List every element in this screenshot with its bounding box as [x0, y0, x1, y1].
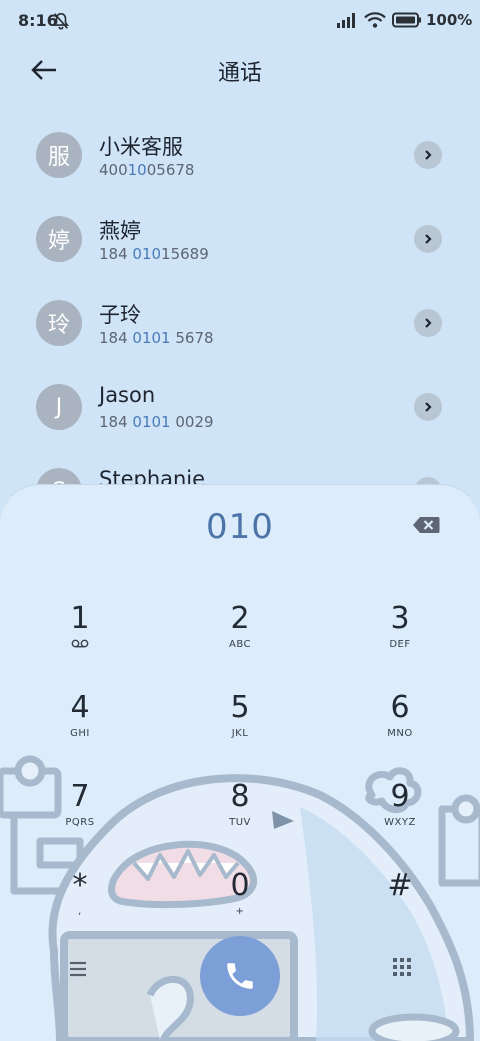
key-2[interactable]: 2 ABC	[190, 601, 290, 671]
contact-number: 4001005678	[99, 161, 194, 179]
contact-number: 184 01015689	[99, 245, 209, 263]
menu-icon[interactable]	[66, 957, 90, 981]
key-digit: #	[387, 868, 413, 903]
key-digit: 1	[70, 601, 90, 636]
battery-percent: 100%	[426, 11, 473, 29]
key-5[interactable]: 5 JKL	[190, 690, 290, 760]
number-suffix: 05678	[146, 161, 195, 179]
bell-off-icon	[53, 12, 69, 30]
contact-name: Jason	[99, 383, 156, 407]
wifi-icon	[364, 12, 386, 28]
number-prefix: 400	[99, 161, 128, 179]
key-digit: 3	[390, 601, 410, 636]
page-title: 通话	[217, 61, 262, 86]
dialer-panel: 010 1 2 ABC 3 DEF 4 GHI 5 JKL 6 MNO 7 PQ…	[0, 484, 480, 1041]
header: 通话	[0, 40, 480, 100]
avatar: J	[36, 384, 82, 430]
key-letters: JKL	[231, 728, 249, 739]
chevron-right-icon[interactable]	[414, 309, 442, 337]
voicemail-icon	[30, 639, 130, 651]
contact-number: 184 0101 5678	[99, 329, 214, 347]
key-digit: 5	[230, 690, 250, 725]
key-digit: *	[72, 868, 88, 903]
contact-row[interactable]: J Jason 184 0101 0029	[0, 362, 480, 446]
key-4[interactable]: 4 GHI	[30, 690, 130, 760]
key-digit: 7	[70, 779, 90, 814]
status-bar: 8:16 100%	[0, 0, 480, 40]
signal-icon	[337, 13, 355, 28]
key-letters: ABC	[228, 639, 251, 650]
chevron-right-icon[interactable]	[414, 393, 442, 421]
contact-row[interactable]: 婷 燕婷 184 01015689	[0, 194, 480, 278]
number-suffix: 15689	[161, 245, 209, 263]
number-prefix: 184	[99, 413, 133, 431]
key-letters: +	[235, 906, 245, 917]
key-letters: GHI	[70, 728, 90, 739]
key-3[interactable]: 3 DEF	[350, 601, 450, 671]
key-7[interactable]: 7 PQRS	[30, 779, 130, 849]
key-letters: MNO	[387, 728, 413, 739]
key-star[interactable]: * ,	[30, 868, 130, 938]
key-digit: 8	[230, 779, 250, 814]
dialed-number: 010	[206, 507, 274, 547]
key-digit: 4	[70, 690, 90, 725]
number-match: 010	[132, 245, 162, 263]
contact-number: 184 0101 0029	[99, 413, 214, 431]
key-digit: 2	[230, 601, 250, 636]
key-0[interactable]: 0 +	[190, 868, 290, 938]
number-match: 0101	[132, 329, 171, 347]
number-prefix: 184	[99, 245, 133, 263]
dialer-bottom-bar	[0, 931, 480, 1021]
key-digit: 9	[390, 779, 410, 814]
key-letters: TUV	[229, 817, 251, 828]
contact-name: 子玲	[99, 303, 141, 327]
call-button[interactable]	[200, 936, 280, 1016]
key-digit: 6	[390, 690, 410, 725]
key-6[interactable]: 6 MNO	[350, 690, 450, 760]
avatar: 婷	[36, 216, 82, 262]
battery-icon	[392, 12, 421, 28]
avatar: 服	[36, 132, 82, 178]
key-digit: 0	[230, 868, 250, 903]
number-suffix: 0029	[170, 413, 214, 431]
key-9[interactable]: 9 WXYZ	[350, 779, 450, 849]
key-letters: PQRS	[65, 817, 95, 828]
phone-icon	[227, 963, 253, 989]
contact-row[interactable]: 玲 子玲 184 0101 5678	[0, 278, 480, 362]
chevron-right-icon[interactable]	[414, 225, 442, 253]
avatar: 玲	[36, 300, 82, 346]
number-match: 0101	[132, 413, 171, 431]
contact-name: 燕婷	[99, 219, 141, 243]
key-8[interactable]: 8 TUV	[190, 779, 290, 849]
contact-name: 小米客服	[99, 135, 183, 159]
contact-row[interactable]: 服 小米客服 4001005678	[0, 110, 480, 194]
number-match: 10	[127, 161, 147, 179]
dialpad-icon[interactable]	[392, 957, 412, 977]
number-prefix: 184	[99, 329, 133, 347]
key-letters: WXYZ	[384, 817, 416, 828]
chevron-right-icon[interactable]	[414, 141, 442, 169]
key-letters: DEF	[389, 639, 411, 650]
key-1[interactable]: 1	[30, 601, 130, 671]
key-letters: ,	[78, 906, 82, 917]
number-suffix: 5678	[170, 329, 214, 347]
key-hash[interactable]: #	[350, 868, 450, 938]
backspace-icon[interactable]	[412, 516, 440, 534]
